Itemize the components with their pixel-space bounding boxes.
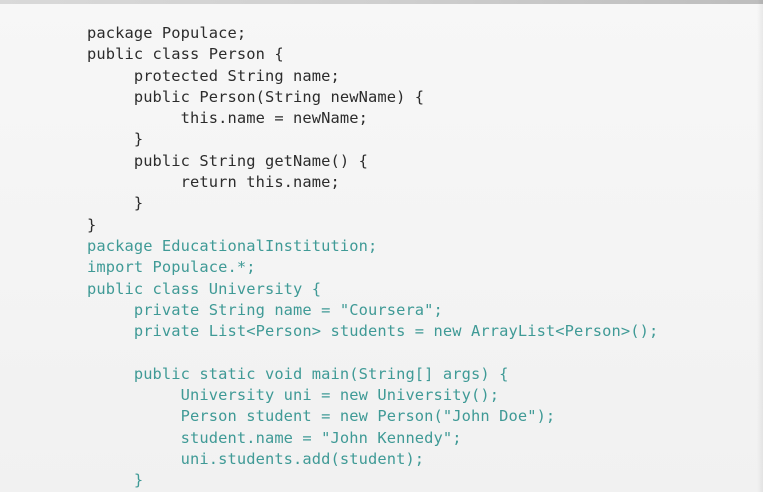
code-line: this.name = newName; bbox=[87, 109, 368, 128]
code-block: package Populace; public class Person { p… bbox=[87, 23, 658, 492]
code-line: public String getName() { bbox=[87, 151, 368, 170]
right-edge-shadow bbox=[757, 0, 763, 492]
code-line: public static void main(String[] args) { bbox=[87, 364, 509, 383]
code-line: } bbox=[87, 471, 144, 490]
code-line: uni.students.add(student); bbox=[87, 449, 425, 468]
code-line: public class University { bbox=[87, 279, 322, 298]
code-line: public Person(String newName) { bbox=[87, 87, 425, 106]
code-line: protected String name; bbox=[87, 66, 340, 85]
code-line: private String name = "Coursera"; bbox=[87, 300, 443, 319]
code-line: package Populace; bbox=[87, 24, 247, 42]
code-line: public class Person { bbox=[87, 45, 284, 64]
code-line: Person student = new Person("John Doe"); bbox=[87, 407, 556, 426]
code-line: } bbox=[87, 194, 144, 213]
top-border bbox=[0, 0, 763, 4]
slide-screen: package Populace; public class Person { p… bbox=[0, 0, 763, 492]
code-line: import Populace.*; bbox=[87, 258, 256, 277]
code-line: return this.name; bbox=[87, 173, 340, 192]
code-line: package EducationalInstitution; bbox=[87, 236, 378, 255]
code-line: private List<Person> students = new Arra… bbox=[87, 322, 659, 341]
code-line: student.name = "John Kennedy"; bbox=[87, 428, 462, 447]
code-line: } bbox=[87, 215, 97, 234]
code-line: } bbox=[87, 130, 144, 149]
code-line: University uni = new University(); bbox=[87, 386, 500, 405]
